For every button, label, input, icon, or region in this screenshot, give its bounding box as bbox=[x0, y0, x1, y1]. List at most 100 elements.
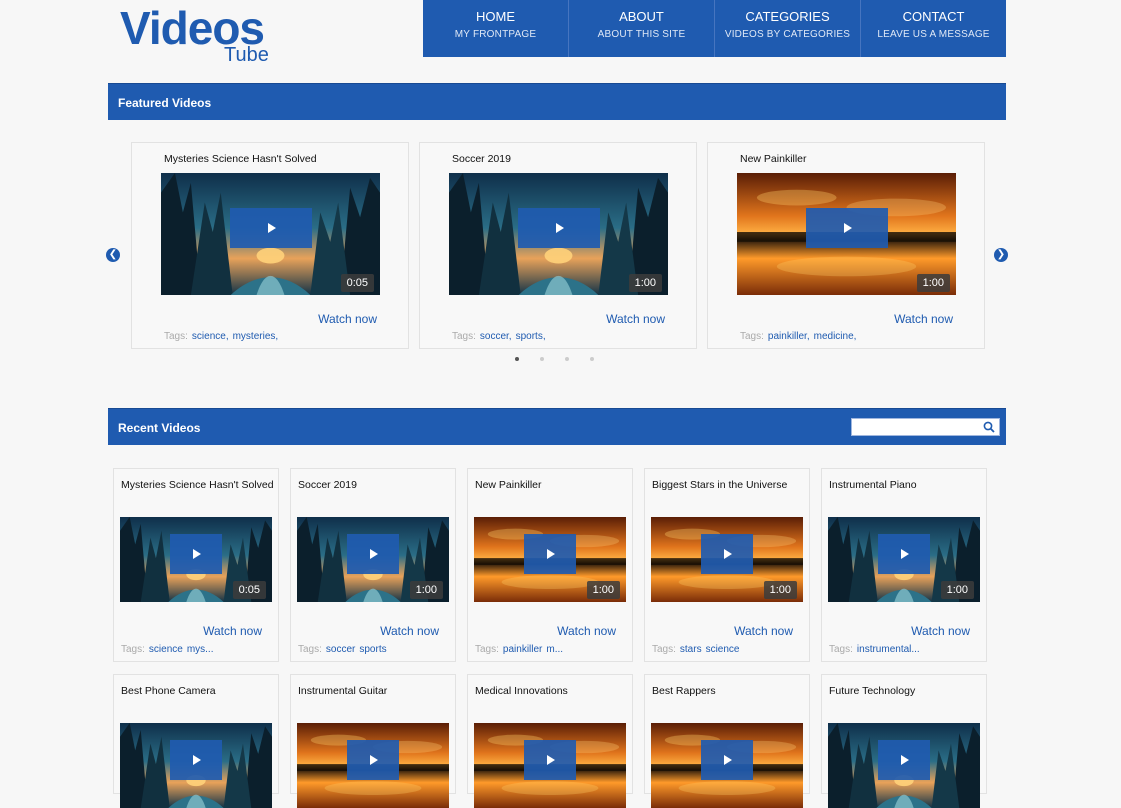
video-title[interactable]: Biggest Stars in the Universe bbox=[652, 479, 805, 491]
video-card[interactable]: Biggest Stars in the Universe 1:00 Watch … bbox=[644, 468, 810, 662]
video-tags: Tags: instrumental... bbox=[829, 644, 980, 655]
search-input[interactable] bbox=[852, 421, 980, 438]
pager-dot[interactable] bbox=[565, 357, 569, 361]
tag-link[interactable]: sports, bbox=[516, 331, 546, 342]
watch-now-link[interactable]: Watch now bbox=[557, 624, 616, 638]
video-title[interactable]: Mysteries Science Hasn't Solved bbox=[164, 153, 404, 165]
video-card[interactable]: Mysteries Science Hasn't Solved 0:05 Watc… bbox=[113, 468, 279, 662]
play-button[interactable] bbox=[524, 739, 576, 780]
video-thumbnail[interactable] bbox=[474, 723, 626, 808]
play-icon bbox=[724, 754, 732, 765]
watch-now-link[interactable]: Watch now bbox=[894, 312, 953, 326]
nav-item-subtitle: ABOUT THIS SITE bbox=[597, 29, 686, 40]
pager-dot[interactable] bbox=[590, 357, 594, 361]
video-title[interactable]: Best Phone Camera bbox=[121, 685, 274, 697]
tag-link[interactable]: instrumental... bbox=[857, 644, 920, 655]
nav-item-contact[interactable]: CONTACT LEAVE US A MESSAGE bbox=[861, 0, 1006, 57]
video-thumbnail[interactable]: 1:00 bbox=[651, 517, 803, 602]
video-tags: Tags: science, mysteries, bbox=[164, 331, 402, 342]
tag-link[interactable]: painkiller bbox=[503, 644, 542, 655]
tag-link[interactable]: sports bbox=[359, 644, 386, 655]
play-button[interactable] bbox=[229, 208, 312, 248]
tag-link[interactable]: medicine, bbox=[814, 331, 857, 342]
video-duration: 1:00 bbox=[628, 274, 662, 292]
play-button[interactable] bbox=[517, 208, 600, 248]
nav-item-home[interactable]: HOME MY FRONTPAGE bbox=[423, 0, 569, 57]
nav-item-subtitle: LEAVE US A MESSAGE bbox=[877, 29, 990, 40]
play-button[interactable] bbox=[170, 533, 222, 574]
video-title[interactable]: Soccer 2019 bbox=[452, 153, 692, 165]
video-thumbnail[interactable]: 1:00 bbox=[737, 173, 956, 295]
search-icon[interactable] bbox=[983, 421, 995, 433]
nav-item-subtitle: VIDEOS BY CATEGORIES bbox=[724, 29, 851, 40]
pager-dot[interactable] bbox=[515, 357, 519, 361]
tag-link[interactable]: science bbox=[149, 644, 183, 655]
video-thumbnail[interactable]: 0:05 bbox=[120, 517, 272, 602]
video-title[interactable]: Future Technology bbox=[829, 685, 982, 697]
video-duration: 0:05 bbox=[232, 581, 266, 599]
video-thumbnail[interactable]: 0:05 bbox=[161, 173, 380, 295]
play-button[interactable] bbox=[347, 533, 399, 574]
watch-now-link[interactable]: Watch now bbox=[911, 624, 970, 638]
tag-link[interactable]: soccer, bbox=[480, 331, 512, 342]
video-thumbnail[interactable]: 1:00 bbox=[297, 517, 449, 602]
play-button[interactable] bbox=[805, 208, 888, 248]
tags-label: Tags: bbox=[829, 644, 853, 655]
video-card[interactable]: Best Rappers bbox=[644, 674, 810, 808]
tags-label: Tags: bbox=[740, 331, 764, 342]
video-title[interactable]: New Painkiller bbox=[475, 479, 628, 491]
tag-link[interactable]: stars bbox=[680, 644, 702, 655]
video-card[interactable]: Best Phone Camera bbox=[113, 674, 279, 808]
video-thumbnail[interactable] bbox=[828, 723, 980, 808]
watch-now-link[interactable]: Watch now bbox=[734, 624, 793, 638]
carousel-prev-button[interactable]: ❮ bbox=[106, 248, 120, 262]
play-button[interactable] bbox=[524, 533, 576, 574]
video-card[interactable]: Soccer 2019 1:00 Watch now Tags: soccer, spo… bbox=[419, 142, 697, 349]
watch-now-link[interactable]: Watch now bbox=[203, 624, 262, 638]
carousel-next-button[interactable]: ❯ bbox=[994, 248, 1008, 262]
site-logo[interactable]: Videos Tube bbox=[120, 2, 280, 66]
video-card[interactable]: Mysteries Science Hasn't Solved 0:05 Watc… bbox=[131, 142, 409, 349]
video-card[interactable]: Instrumental Piano 1:00 Watch now Tags: ins… bbox=[821, 468, 987, 662]
video-card[interactable]: New Painkiller 1:00 Watch now Tags: painkil… bbox=[707, 142, 985, 349]
play-button[interactable] bbox=[878, 533, 930, 574]
pager-dot[interactable] bbox=[540, 357, 544, 361]
watch-now-link[interactable]: Watch now bbox=[606, 312, 665, 326]
nav-item-about[interactable]: ABOUT ABOUT THIS SITE bbox=[569, 0, 715, 57]
video-title[interactable]: Soccer 2019 bbox=[298, 479, 451, 491]
video-thumbnail[interactable]: 1:00 bbox=[828, 517, 980, 602]
tag-link[interactable]: science bbox=[706, 644, 740, 655]
play-button[interactable] bbox=[878, 739, 930, 780]
video-title[interactable]: Best Rappers bbox=[652, 685, 805, 697]
tag-link[interactable]: mys... bbox=[187, 644, 214, 655]
video-title[interactable]: Medical Innovations bbox=[475, 685, 628, 697]
nav-item-categories[interactable]: CATEGORIES VIDEOS BY CATEGORIES bbox=[715, 0, 861, 57]
tag-link[interactable]: painkiller, bbox=[768, 331, 810, 342]
play-button[interactable] bbox=[701, 533, 753, 574]
tag-link[interactable]: science, bbox=[192, 331, 229, 342]
watch-now-link[interactable]: Watch now bbox=[318, 312, 377, 326]
video-title[interactable]: Mysteries Science Hasn't Solved bbox=[121, 479, 274, 491]
video-title[interactable]: Instrumental Guitar bbox=[298, 685, 451, 697]
video-thumbnail[interactable] bbox=[651, 723, 803, 808]
video-thumbnail[interactable]: 1:00 bbox=[449, 173, 668, 295]
logo-sub-text: Tube bbox=[224, 44, 269, 66]
watch-now-link[interactable]: Watch now bbox=[380, 624, 439, 638]
video-title[interactable]: Instrumental Piano bbox=[829, 479, 982, 491]
video-card[interactable]: Future Technology bbox=[821, 674, 987, 808]
tag-link[interactable]: m... bbox=[546, 644, 563, 655]
play-button[interactable] bbox=[701, 739, 753, 780]
play-button[interactable] bbox=[170, 739, 222, 780]
video-card[interactable]: Medical Innovations bbox=[467, 674, 633, 808]
video-thumbnail[interactable]: 1:00 bbox=[474, 517, 626, 602]
video-card[interactable]: New Painkiller 1:00 Watch now Tags: painkil… bbox=[467, 468, 633, 662]
play-button[interactable] bbox=[347, 739, 399, 780]
video-card[interactable]: Instrumental Guitar bbox=[290, 674, 456, 808]
video-title[interactable]: New Painkiller bbox=[740, 153, 980, 165]
tag-link[interactable]: mysteries, bbox=[233, 331, 279, 342]
video-card[interactable]: Soccer 2019 1:00 Watch now Tags: soccer spor… bbox=[290, 468, 456, 662]
video-thumbnail[interactable] bbox=[297, 723, 449, 808]
tags-label: Tags: bbox=[298, 644, 322, 655]
tag-link[interactable]: soccer bbox=[326, 644, 355, 655]
video-thumbnail[interactable] bbox=[120, 723, 272, 808]
